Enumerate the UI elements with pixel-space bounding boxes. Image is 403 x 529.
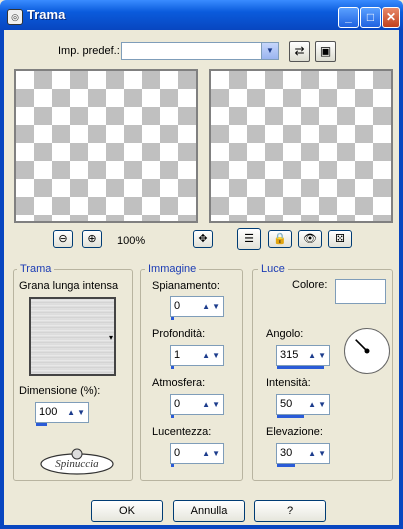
luce-group-title: Luce xyxy=(258,263,288,275)
zoom-level: 100% xyxy=(117,235,146,247)
lock-reset-icon[interactable]: 🔒 xyxy=(268,230,292,248)
colore-swatch[interactable] xyxy=(335,279,386,304)
preset-select[interactable]: ▼ xyxy=(121,42,279,60)
dimension-value: 100 xyxy=(39,406,58,418)
dimension-level-bar[interactable] xyxy=(36,423,47,426)
atmosfera-spinner[interactable]: 0 ▲▼ xyxy=(170,394,224,418)
save-preset-icon[interactable]: ▣ xyxy=(315,41,336,62)
spin-arrows-icon[interactable]: ▲▼ xyxy=(192,298,222,315)
intensita-label: Intensità: xyxy=(266,377,311,389)
spin-arrows-icon[interactable]: ▲▼ xyxy=(298,445,328,462)
proof-toggle-icon[interactable]: ☰ xyxy=(237,228,261,250)
angolo-spinner[interactable]: 315 ▲▼ xyxy=(276,345,330,369)
dimension-spinner[interactable]: 100 ▲▼ xyxy=(35,402,89,426)
spianamento-level-bar[interactable] xyxy=(171,317,174,320)
spin-arrows-icon[interactable]: ▲▼ xyxy=(192,396,222,413)
close-button[interactable]: ✕ xyxy=(382,7,400,28)
spinuccia-logo: Spinuccia xyxy=(38,448,116,480)
elevazione-spinner[interactable]: 30 ▲▼ xyxy=(276,443,330,467)
chevron-down-icon[interactable]: ▼ xyxy=(261,43,278,59)
zoom-out-icon[interactable]: ⊖ xyxy=(53,230,73,248)
window-frame-left xyxy=(0,30,4,529)
lucentezza-value: 0 xyxy=(174,447,181,459)
help-button[interactable]: ? xyxy=(254,500,326,522)
texture-swatch[interactable]: ▾ xyxy=(29,297,116,376)
window-title: Trama xyxy=(27,7,66,22)
window-frame-right xyxy=(399,30,403,529)
source-preview[interactable] xyxy=(14,69,198,223)
trama-group-title: Trama xyxy=(17,263,55,275)
immagine-group-title: Immagine xyxy=(145,263,200,275)
maximize-button[interactable]: □ xyxy=(360,7,381,28)
texture-name: Grana lunga intensa xyxy=(19,280,119,292)
angolo-level-bar[interactable] xyxy=(277,366,324,369)
colore-label: Colore: xyxy=(292,279,328,291)
angolo-value: 315 xyxy=(280,349,299,361)
preset-label: Imp. predef.: xyxy=(58,45,120,57)
lucentezza-label: Lucentezza: xyxy=(152,426,212,438)
minimize-button[interactable]: _ xyxy=(338,7,359,28)
texture-dropdown-icon[interactable]: ▾ xyxy=(109,333,113,342)
dimension-label: Dimensione (%): xyxy=(19,385,101,397)
spianamento-label: Spianamento: xyxy=(152,280,220,292)
spianamento-spinner[interactable]: 0 ▲▼ xyxy=(170,296,224,320)
move-preview-icon[interactable]: ✥ xyxy=(193,230,213,248)
profondita-level-bar[interactable] xyxy=(171,366,174,369)
app-icon[interactable]: ◎ xyxy=(7,9,23,25)
angle-dial[interactable] xyxy=(344,328,390,374)
intensita-level-bar[interactable] xyxy=(277,415,304,418)
atmosfera-value: 0 xyxy=(174,398,181,410)
spin-arrows-icon[interactable]: ▲▼ xyxy=(298,396,328,413)
preview-eye-icon[interactable]: 👁 xyxy=(298,230,322,248)
angolo-label: Angolo: xyxy=(266,328,304,340)
intensita-spinner[interactable]: 50 ▲▼ xyxy=(276,394,330,418)
spin-arrows-icon[interactable]: ▲▼ xyxy=(192,445,222,462)
copy-preset-icon[interactable]: ⇄ xyxy=(289,41,310,62)
lucentezza-spinner[interactable]: 0 ▲▼ xyxy=(170,443,224,467)
spin-arrows-icon[interactable]: ▲▼ xyxy=(57,404,87,421)
spin-arrows-icon[interactable]: ▲▼ xyxy=(192,347,222,364)
lucentezza-level-bar[interactable] xyxy=(171,464,174,467)
elevazione-level-bar[interactable] xyxy=(277,464,295,467)
profondita-spinner[interactable]: 1 ▲▼ xyxy=(170,345,224,369)
profondita-label: Profondità: xyxy=(152,328,206,340)
randomize-dice-icon[interactable]: ⚄ xyxy=(328,230,352,248)
result-preview xyxy=(209,69,393,223)
elevazione-label: Elevazione: xyxy=(266,426,323,438)
intensita-value: 50 xyxy=(280,398,293,410)
spianamento-value: 0 xyxy=(174,300,181,312)
spin-arrows-icon[interactable]: ▲▼ xyxy=(298,347,328,364)
zoom-in-icon[interactable]: ⊕ xyxy=(82,230,102,248)
elevazione-value: 30 xyxy=(280,447,293,459)
svg-text:Spinuccia: Spinuccia xyxy=(55,458,99,470)
ok-button[interactable]: OK xyxy=(91,500,163,522)
atmosfera-label: Atmosfera: xyxy=(152,377,206,389)
atmosfera-level-bar[interactable] xyxy=(171,415,174,418)
window-frame-bottom xyxy=(0,525,403,529)
profondita-value: 1 xyxy=(174,349,181,361)
cancel-button[interactable]: Annulla xyxy=(173,500,245,522)
